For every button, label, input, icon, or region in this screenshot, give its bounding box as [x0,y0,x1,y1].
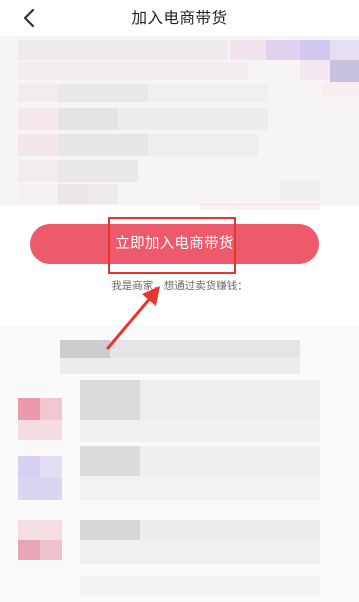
nav-bar: 加入电商带货 [0,0,359,36]
merchant-link[interactable]: 我是商家，想通过卖货赚钱： [0,278,359,293]
page-title: 加入电商带货 [131,9,228,27]
join-ecommerce-button[interactable]: 立即加入电商带货 [30,224,319,264]
blurred-content [0,36,359,602]
screen: 加入电商带货 立即加入电商带货 我是商家，想通过卖货赚钱： [0,0,359,602]
